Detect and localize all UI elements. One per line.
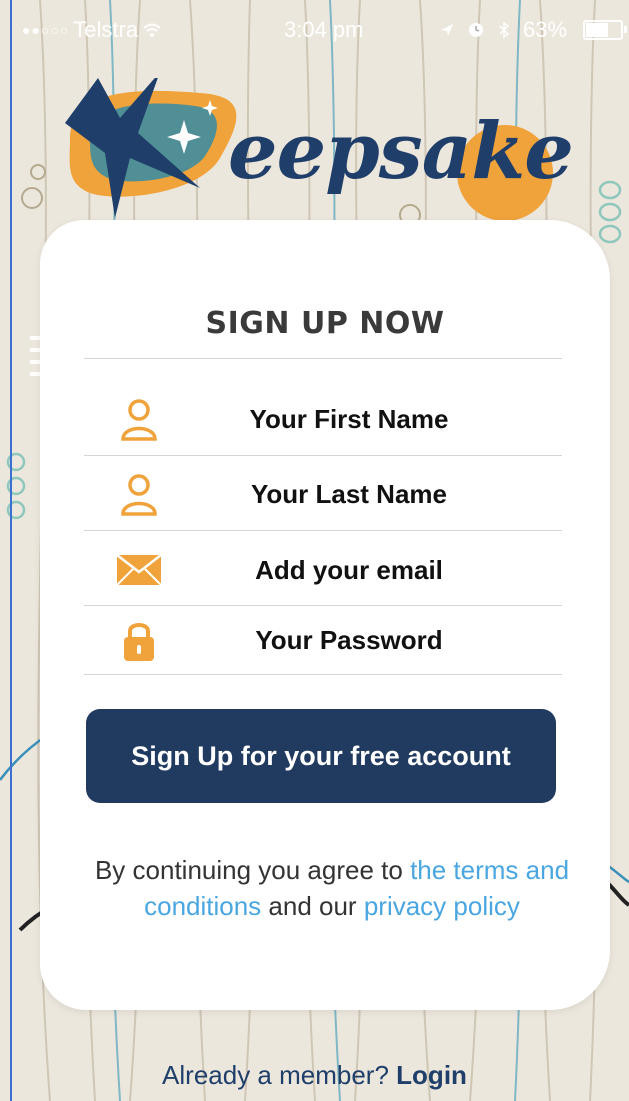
last-name-placeholder: Your Last Name [250,478,447,509]
envelope-icon [114,545,164,595]
email-placeholder: Add your email [255,554,443,585]
legal-prefix: By continuing you agree to [94,855,411,885]
legal-text: By continuing you agree to the terms and… [86,852,578,924]
battery-percent: 63% [523,17,568,42]
login-link[interactable]: Login [396,1060,467,1090]
bluetooth-icon [499,21,510,39]
divider [84,530,562,531]
person-icon [114,394,164,444]
signup-card: SIGN UP NOW Your First Name Your Last Na… [40,220,610,1010]
carrier-name: Telstra [73,17,139,42]
footer-prompt: Already a member? [162,1060,389,1090]
app-logo: eepsake [60,78,600,228]
status-bar: ●●○○○ Telstra 3:04 pm 63% [14,14,628,46]
last-name-field[interactable]: Your Last Name [84,457,562,531]
password-placeholder: Your Password [255,624,443,655]
signal-icon: ●●○○○ [22,22,70,38]
divider [84,358,562,359]
footer: Already a member? Login [0,1060,629,1091]
wifi-icon [143,23,161,37]
lock-icon [114,615,164,665]
privacy-link[interactable]: privacy policy [364,891,520,921]
divider [84,674,562,675]
battery-icon [583,20,628,40]
form-title: SIGN UP NOW [205,306,445,341]
legal-middle: and our [261,891,364,921]
location-icon [441,24,453,36]
divider [84,455,562,456]
signup-button[interactable]: Sign Up for your free account [86,709,556,803]
password-field[interactable]: Your Password [84,603,562,677]
status-right: 63% [439,17,628,43]
person-icon [114,469,164,519]
email-field[interactable]: Add your email [84,533,562,607]
first-name-placeholder: Your First Name [249,403,449,434]
status-time: 3:04 pm [284,17,364,42]
frame-edge [10,0,12,1101]
first-name-field[interactable]: Your First Name [84,382,562,456]
logo-text: eepsake [228,106,574,197]
alarm-icon [469,23,483,37]
carrier-group: ●●○○○ Telstra [22,17,162,43]
